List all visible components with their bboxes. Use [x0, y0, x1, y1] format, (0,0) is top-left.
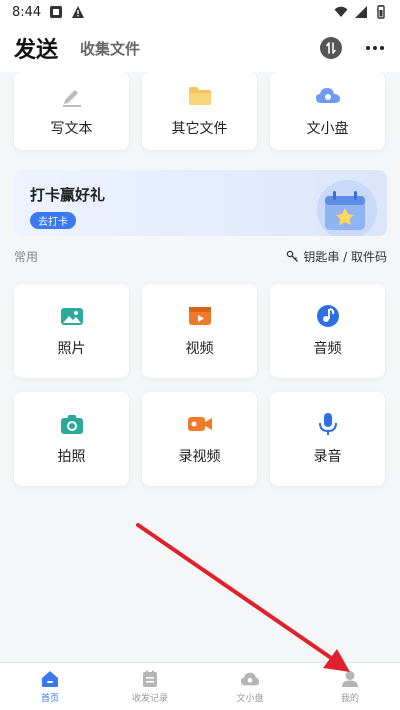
cloud-disk-card[interactable]: 文小盘	[270, 72, 385, 150]
nav-profile[interactable]: 我的	[300, 663, 400, 710]
nav-cloud-disk[interactable]: 文小盘	[200, 663, 300, 710]
video-icon	[188, 307, 211, 325]
cloud-disk-icon	[315, 88, 340, 103]
photo-icon	[60, 308, 83, 325]
nav-cloud-disk-label: 文小盘	[236, 693, 264, 704]
other-files-label: 其它文件	[171, 121, 228, 137]
swap-icon	[326, 42, 336, 54]
cloud-disk-label: 文小盘	[306, 121, 349, 137]
cloud-icon	[240, 672, 260, 685]
home-icon	[42, 670, 58, 687]
video-label: 视频	[185, 341, 214, 357]
nav-profile-label: 我的	[340, 693, 359, 704]
take-photo-card[interactable]: 拍照	[14, 392, 129, 486]
notification-icon	[50, 6, 63, 18]
battery-icon	[377, 5, 385, 19]
calendar-star-icon	[317, 180, 377, 236]
nav-records[interactable]: 收发记录	[100, 663, 200, 710]
audio-card[interactable]: 音频	[270, 284, 385, 378]
record-audio-card[interactable]: 录音	[270, 392, 385, 486]
nav-home-label: 首页	[40, 693, 59, 704]
video-card[interactable]: 视频	[142, 284, 257, 378]
record-video-card[interactable]: 录视频	[142, 392, 257, 486]
transfer-toggle-button[interactable]	[320, 37, 342, 59]
more-dot-icon	[373, 46, 377, 50]
records-icon	[143, 670, 157, 687]
tab-send[interactable]: 发送	[14, 32, 58, 64]
key-icon	[287, 250, 299, 262]
keychain-pickup-link[interactable]: 钥匙串 / 取件码	[286, 248, 387, 265]
music-icon	[316, 305, 339, 327]
nav-home[interactable]: 首页	[0, 663, 100, 710]
other-files-card[interactable]: 其它文件	[142, 72, 257, 150]
signal-icon	[355, 6, 367, 18]
pencil-icon	[62, 90, 81, 107]
folder-icon	[188, 87, 211, 105]
microphone-icon	[318, 413, 337, 435]
status-time: 8:44	[12, 4, 42, 20]
write-text-card[interactable]: 写文本	[14, 72, 129, 150]
app-header: 发送 收集文件	[0, 24, 400, 72]
checkin-banner[interactable]: 打卡赢好礼 去打卡	[14, 170, 387, 236]
tab-collect-files[interactable]: 收集文件	[80, 38, 140, 59]
record-video-icon	[187, 417, 212, 431]
main-content: 写文本 其它文件 文小盘 打卡赢好礼 去打卡 常用 钥匙串 / 取件码 照片 视…	[0, 72, 400, 662]
take-photo-label: 拍照	[57, 449, 86, 465]
record-video-label: 录视频	[178, 449, 221, 465]
section-label: 常用	[14, 250, 39, 264]
status-bar: 8:44	[0, 0, 400, 24]
more-options-button[interactable]	[364, 37, 386, 59]
write-text-label: 写文本	[50, 121, 93, 137]
common-section-header: 常用 钥匙串 / 取件码	[14, 248, 387, 265]
record-audio-label: 录音	[313, 449, 342, 465]
banner-title: 打卡赢好礼	[30, 186, 106, 204]
more-dot-icon	[380, 46, 384, 50]
nav-records-label: 收发记录	[131, 693, 168, 704]
camera-icon	[60, 415, 83, 434]
warning-icon	[72, 6, 85, 18]
audio-label: 音频	[313, 341, 342, 357]
keychain-pickup-label: 钥匙串 / 取件码	[303, 250, 387, 264]
wifi-icon	[334, 6, 348, 17]
photo-card[interactable]: 照片	[14, 284, 129, 378]
bottom-navigation: 首页 收发记录 文小盘 我的	[0, 662, 400, 710]
profile-icon	[342, 670, 358, 687]
checkin-button[interactable]: 去打卡	[30, 212, 76, 229]
photo-label: 照片	[57, 341, 86, 357]
more-dot-icon	[366, 46, 370, 50]
